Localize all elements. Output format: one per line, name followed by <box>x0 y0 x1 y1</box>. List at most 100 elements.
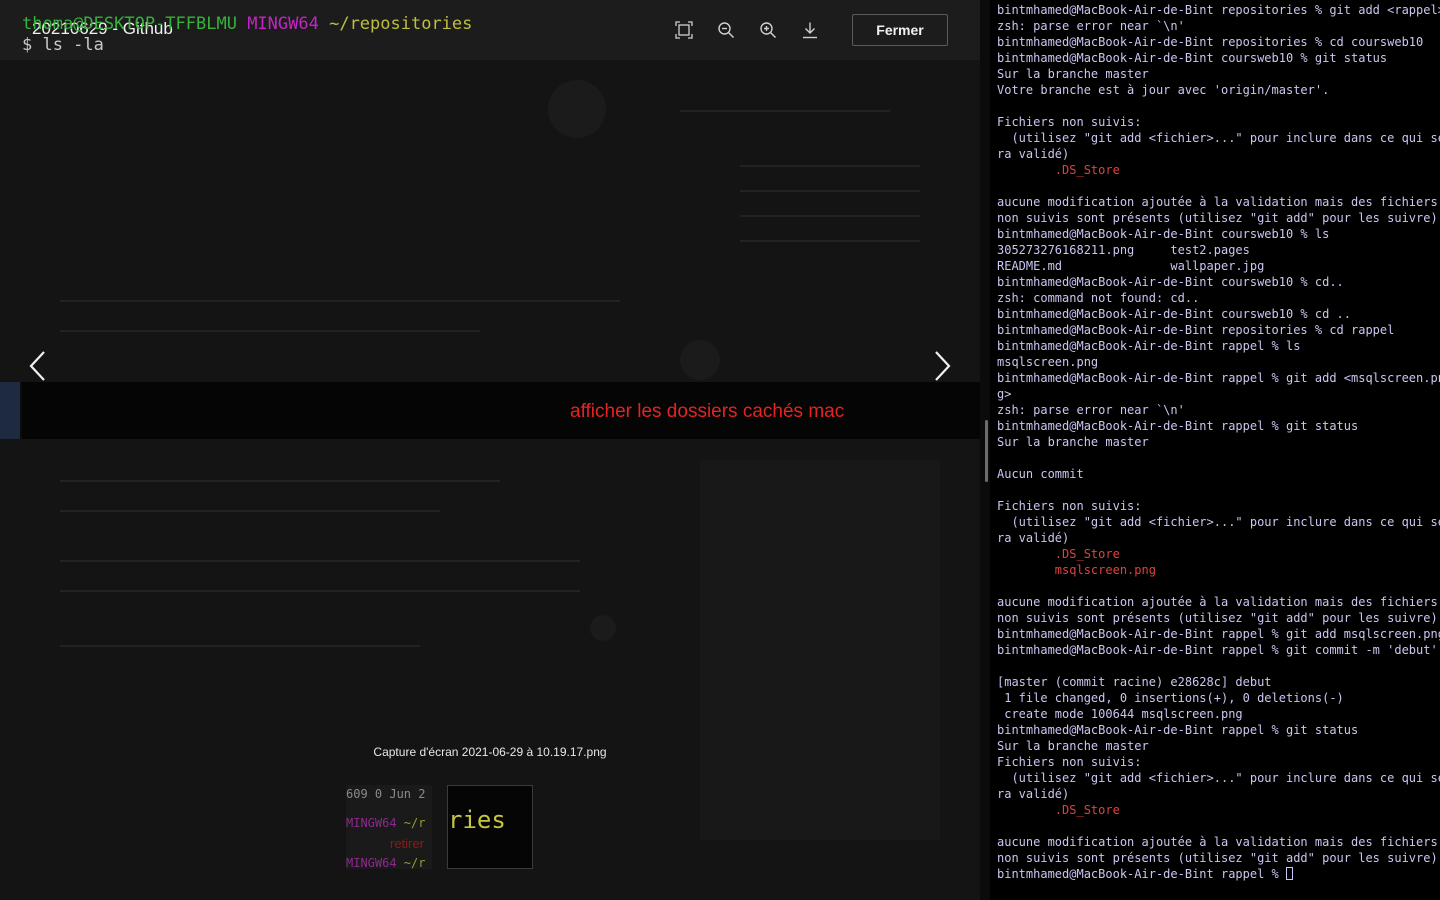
terminal-line: Aucun commit <box>997 467 1084 481</box>
text-cursor <box>1285 867 1293 880</box>
ghost-line <box>680 110 890 112</box>
terminal-line: bintmhamed@MacBook-Air-de-Bint rappel % … <box>997 339 1301 353</box>
terminal-line: [master (commit racine) e28628c] debut <box>997 675 1272 689</box>
image-annotation: afficher les dossiers cachés mac <box>570 401 845 422</box>
fullscreen-button[interactable] <box>673 19 695 41</box>
terminal-line: zsh: parse error near `\n' <box>997 403 1185 417</box>
ghost-line <box>60 330 480 332</box>
image-prompt-user: thoma@DESKTOP-TFFBLMU <box>22 14 237 34</box>
terminal-line: bintmhamed@MacBook-Air-de-Bint coursweb1… <box>997 51 1388 65</box>
ghost-line <box>60 590 580 592</box>
terminal-line: Fichiers non suivis: <box>997 755 1142 769</box>
ghost-line <box>740 165 920 167</box>
terminal-line: msqlscreen.png <box>997 355 1099 369</box>
terminal-line: bintmhamed@MacBook-Air-de-Bint rappel % … <box>997 371 1440 385</box>
terminal-line: bintmhamed@MacBook-Air-de-Bint repositor… <box>997 35 1424 49</box>
terminal-line: (utilisez "git add <fichier>..." pour in… <box>997 771 1440 785</box>
ghost-line <box>740 190 920 192</box>
thumbnail-current[interactable]: ries <box>447 785 533 869</box>
terminal-line: g> <box>997 387 1012 401</box>
terminal-line: bintmhamed@MacBook-Air-de-Bint repositor… <box>997 323 1395 337</box>
terminal-prompt: bintmhamed@MacBook-Air-de-Bint rappel % <box>997 867 1286 881</box>
terminal-line: aucune modification ajoutée à la validat… <box>997 835 1438 849</box>
thumbnail-text: MINGW64 ~/r <box>346 816 425 830</box>
chevron-right-icon <box>935 351 951 381</box>
terminal-line: (utilisez "git add <fichier>..." pour in… <box>997 515 1440 529</box>
terminal-line: Fichiers non suivis: <box>997 115 1142 129</box>
image-prompt-env: MINGW64 <box>247 14 319 34</box>
terminal-line: Sur la branche master <box>997 739 1149 753</box>
terminal-line: bintmhamed@MacBook-Air-de-Bint rappel % … <box>997 723 1359 737</box>
ghost-panel <box>700 460 940 840</box>
ghost-line <box>740 215 920 217</box>
terminal-line: bintmhamed@MacBook-Air-de-Bint rappel % … <box>997 643 1438 657</box>
ghost-line <box>740 240 920 242</box>
ghost-avatar <box>548 80 606 138</box>
terminal-line: Sur la branche master <box>997 435 1149 449</box>
terminal-output: bintmhamed@MacBook-Air-de-Bint repositor… <box>997 2 1440 882</box>
terminal-line: non suivis sont présents (utilisez "git … <box>997 611 1438 625</box>
image-prompt-line: thoma@DESKTOP-TFFBLMU MINGW64 ~/reposito… <box>22 14 472 34</box>
ghost-line <box>60 560 580 562</box>
terminal-window[interactable]: bintmhamed@MacBook-Air-de-Bint repositor… <box>980 0 1440 900</box>
image-edge-strip <box>0 382 20 439</box>
terminal-line: .DS_Store <box>997 803 1120 817</box>
terminal-line: bintmhamed@MacBook-Air-de-Bint rappel % … <box>997 419 1359 433</box>
terminal-line: .DS_Store <box>997 163 1120 177</box>
fullscreen-icon <box>675 21 693 39</box>
terminal-line: aucune modification ajoutée à la validat… <box>997 195 1438 209</box>
terminal-line: Votre branche est à jour avec 'origin/ma… <box>997 83 1330 97</box>
terminal-line: 1 file changed, 0 insertions(+), 0 delet… <box>997 691 1344 705</box>
next-image-button[interactable] <box>924 348 960 384</box>
terminal-scrollbar[interactable] <box>985 420 988 482</box>
ghost-line <box>60 510 440 512</box>
download-button[interactable] <box>799 19 821 41</box>
terminal-line: ra validé) <box>997 531 1070 545</box>
terminal-line: msqlscreen.png <box>997 563 1156 577</box>
previous-image-button[interactable] <box>20 348 56 384</box>
terminal-line: ra validé) <box>997 147 1070 161</box>
zoom-in-button[interactable] <box>757 19 779 41</box>
terminal-line: bintmhamed@MacBook-Air-de-Bint coursweb1… <box>997 307 1352 321</box>
chevron-left-icon <box>29 351 45 381</box>
terminal-line: aucune modification ajoutée à la validat… <box>997 595 1438 609</box>
download-icon <box>803 22 817 39</box>
terminal-line: README.md wallpaper.jpg <box>997 259 1265 273</box>
terminal-line: bintmhamed@MacBook-Air-de-Bint coursweb1… <box>997 227 1330 241</box>
terminal-line: .DS_Store <box>997 547 1120 561</box>
terminal-line: create mode 100644 msqlscreen.png <box>997 707 1243 721</box>
zoom-in-icon <box>760 22 777 39</box>
zoom-out-button[interactable] <box>715 19 737 41</box>
ghost-avatar <box>590 615 616 641</box>
thumbnail-env: MINGW64 <box>346 816 397 830</box>
zoom-out-icon <box>718 22 735 39</box>
dimmed-background <box>0 60 980 900</box>
terminal-line: bintmhamed@MacBook-Air-de-Bint rappel % … <box>997 627 1440 641</box>
ghost-avatar <box>680 340 720 380</box>
terminal-prompt-line[interactable]: bintmhamed@MacBook-Air-de-Bint rappel % <box>997 866 1437 882</box>
terminal-line: zsh: command not found: cd.. <box>997 291 1200 305</box>
thumbnail-path: ~/r <box>396 856 426 869</box>
terminal-line: zsh: parse error near `\n' <box>997 19 1185 33</box>
thumbnail-text: ries <box>448 806 506 834</box>
image-prompt-path: ~/repositories <box>329 14 473 34</box>
terminal-line: 305273276168211.png test2.pages <box>997 243 1250 257</box>
terminal-line: bintmhamed@MacBook-Air-de-Bint repositor… <box>997 3 1440 17</box>
ghost-line <box>60 645 420 647</box>
terminal-line: Sur la branche master <box>997 67 1149 81</box>
thumbnail-text: MINGW64 ~/r <box>346 856 425 869</box>
thumbnail-annotation: retirer <box>390 836 424 851</box>
terminal-line: non suivis sont présents (utilisez "git … <box>997 211 1438 225</box>
terminal-line: (utilisez "git add <fichier>..." pour in… <box>997 131 1440 145</box>
close-button[interactable]: Fermer <box>852 14 948 46</box>
ghost-line <box>60 480 500 482</box>
terminal-line: Fichiers non suivis: <box>997 499 1142 513</box>
terminal-line: ra validé) <box>997 787 1070 801</box>
thumbnail-previous[interactable]: 609 0 Jun 2 MINGW64 ~/r retirer MINGW64 … <box>346 785 432 869</box>
